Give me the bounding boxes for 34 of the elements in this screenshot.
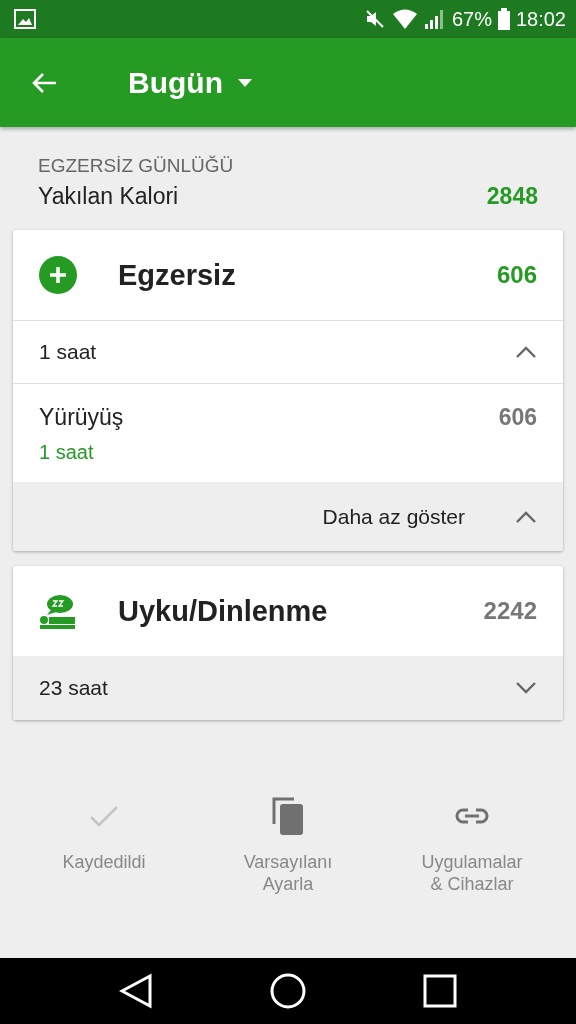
section-label: EGZERSİZ GÜNLÜĞÜ	[38, 155, 235, 177]
link-icon	[455, 807, 489, 825]
action-button[interactable]: Uygulamalar & Cihazlar	[387, 795, 557, 895]
action-button[interactable]: Varsayılanı Ayarla	[203, 795, 373, 895]
sleep-icon	[39, 592, 77, 630]
calories-value: 2848	[486, 183, 538, 210]
category-title: Egzersiz	[118, 258, 237, 292]
category-calories: 606	[496, 261, 537, 289]
chevron-up-icon	[515, 509, 537, 524]
image-icon	[14, 9, 36, 29]
home-nav-icon[interactable]	[270, 973, 306, 1009]
add-icon[interactable]	[39, 256, 77, 294]
calories-label: Yakılan Kalori	[38, 183, 179, 210]
category-calories: 2242	[483, 597, 537, 625]
back-nav-icon[interactable]	[118, 973, 153, 1009]
expand-row[interactable]: 1 saat	[13, 320, 563, 384]
clock: 18:02	[515, 7, 566, 31]
battery-percent: 67%	[451, 7, 492, 31]
dropdown-caret-icon	[236, 77, 253, 88]
wifi-icon	[391, 8, 418, 30]
date-dropdown[interactable]: Bugün	[128, 65, 253, 100]
chevron-down-icon	[515, 681, 537, 695]
category-title: Uyku/Dinlenme	[118, 594, 329, 628]
copy-icon	[272, 796, 304, 836]
mute-icon	[363, 8, 386, 30]
battery-icon	[497, 8, 510, 30]
recents-nav-icon[interactable]	[423, 974, 458, 1008]
activity-duration: 1 saat	[39, 441, 94, 464]
chevron-up-icon	[515, 345, 537, 359]
expand-row[interactable]: 23 saat	[13, 656, 563, 720]
signal-icon	[423, 8, 446, 30]
activity-name: Yürüyüş	[39, 404, 124, 431]
activity-calories: 606	[498, 404, 537, 431]
show-less-button[interactable]: Daha az göster	[13, 482, 563, 551]
